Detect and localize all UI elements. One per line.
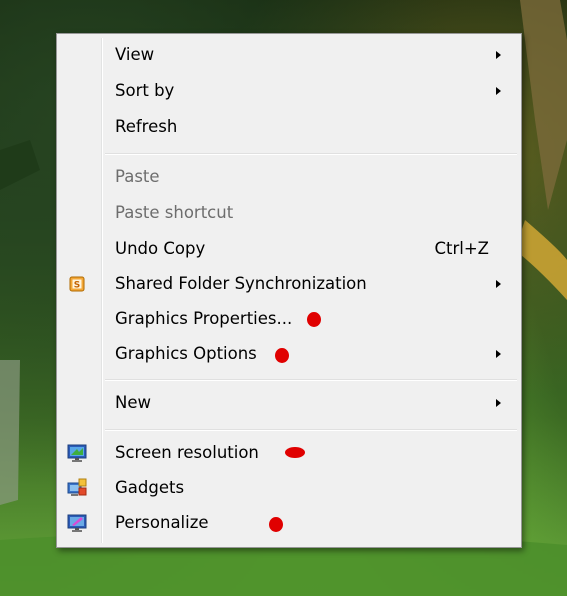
menu-item-label: Paste: [115, 167, 160, 186]
menu-item-undo-copy[interactable]: Undo Copy Ctrl+Z: [59, 232, 519, 266]
red-annotation-dot: [285, 447, 305, 458]
menu-item-label: Sort by: [115, 81, 175, 100]
menu-separator: [105, 379, 517, 381]
menu-item-personalize[interactable]: Personalize: [59, 506, 519, 540]
menu-item-refresh[interactable]: Refresh: [59, 110, 519, 144]
menu-item-label: Graphics Options: [115, 344, 257, 363]
red-annotation-dot: [307, 312, 321, 327]
red-annotation-dot: [269, 517, 283, 532]
menu-item-label: Paste shortcut: [115, 203, 234, 222]
menu-item-new[interactable]: New: [59, 386, 519, 420]
submenu-arrow-icon: [496, 350, 501, 358]
shared-folder-sync-icon-letter: S: [74, 281, 80, 291]
menu-item-label: View: [115, 45, 155, 64]
gadgets-icon: [65, 476, 89, 500]
menu-item-label: Gadgets: [115, 478, 185, 497]
submenu-arrow-icon: [496, 87, 501, 95]
keyboard-shortcut: Ctrl+Z: [434, 239, 490, 258]
submenu-arrow-icon: [496, 51, 501, 59]
screen-resolution-icon: [65, 441, 89, 465]
personalize-icon: [65, 511, 89, 535]
menu-item-label: Shared Folder Synchronization: [115, 274, 367, 293]
menu-item-paste: Paste: [59, 160, 519, 194]
menu-separator: [105, 429, 517, 431]
menu-item-view[interactable]: View: [59, 38, 519, 72]
menu-item-label: Graphics Properties...: [115, 309, 293, 328]
menu-item-paste-shortcut: Paste shortcut: [59, 196, 519, 230]
desktop-context-menu: View Sort by Refresh Paste Paste shortcu…: [56, 33, 522, 548]
submenu-arrow-icon: [496, 280, 501, 288]
menu-item-graphics-options[interactable]: Graphics Options: [59, 337, 519, 371]
menu-item-label: Screen resolution: [115, 443, 259, 462]
menu-item-label: Personalize: [115, 513, 209, 532]
menu-separator: [105, 153, 517, 155]
submenu-arrow-icon: [496, 399, 501, 407]
menu-item-sort-by[interactable]: Sort by: [59, 74, 519, 108]
menu-item-label: New: [115, 393, 151, 412]
menu-item-shared-folder-synchronization[interactable]: S Shared Folder Synchronization: [59, 267, 519, 301]
menu-item-label: Undo Copy: [115, 239, 206, 258]
menu-item-label: Refresh: [115, 117, 178, 136]
menu-item-gadgets[interactable]: Gadgets: [59, 471, 519, 505]
red-annotation-dot: [275, 348, 289, 363]
menu-item-graphics-properties[interactable]: Graphics Properties...: [59, 302, 519, 336]
shared-folder-sync-icon: S: [65, 272, 89, 296]
